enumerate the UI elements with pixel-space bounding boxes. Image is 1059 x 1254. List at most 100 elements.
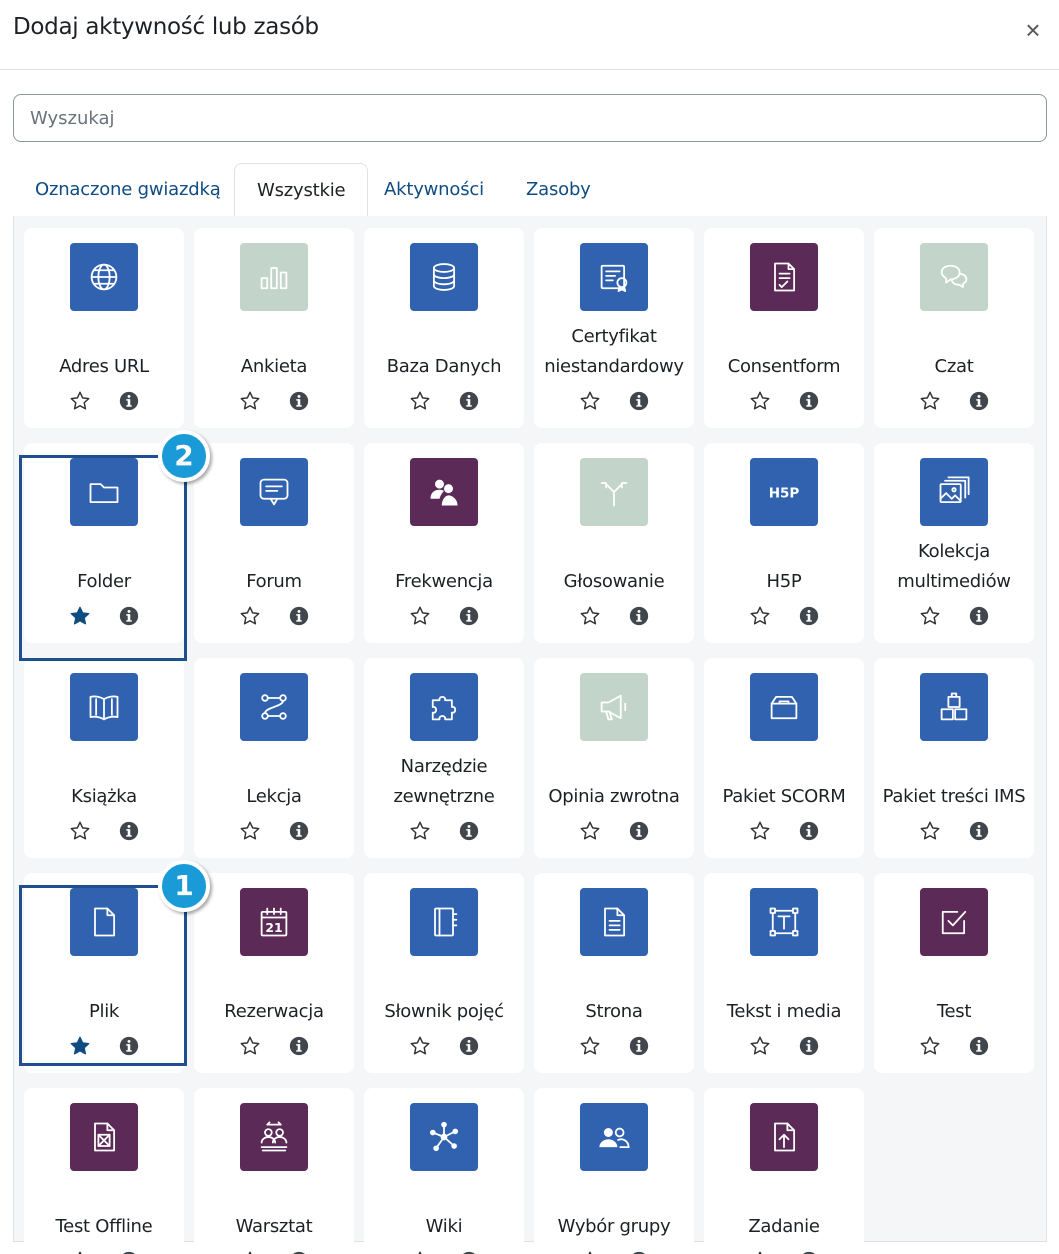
star-icon[interactable] [919, 820, 941, 842]
star-icon[interactable] [409, 1035, 431, 1057]
close-icon[interactable]: × [1021, 16, 1045, 44]
info-icon[interactable] [288, 1035, 310, 1057]
activity-card-zadanie[interactable]: Zadanie [704, 1088, 864, 1254]
info-icon[interactable] [628, 605, 650, 627]
activity-name[interactable]: Czat [878, 320, 1030, 382]
book-icon[interactable] [70, 673, 138, 741]
star-icon[interactable] [749, 820, 771, 842]
megaphone-icon[interactable] [580, 673, 648, 741]
activity-name[interactable]: Kolekcja multimediów [878, 535, 1030, 597]
activity-name[interactable]: Consentform [708, 320, 860, 382]
activity-card-wiki[interactable]: Wiki [364, 1088, 524, 1254]
info-icon[interactable] [118, 1035, 140, 1057]
star-icon[interactable] [579, 1250, 601, 1254]
info-icon[interactable] [798, 1035, 820, 1057]
activity-card-czat[interactable]: Czat [874, 228, 1034, 428]
tab-activities[interactable]: Aktywności [362, 163, 506, 217]
folder-icon[interactable] [70, 458, 138, 526]
activity-card-certyfikat-niestandardowy[interactable]: Certyfikat niestandardowy [534, 228, 694, 428]
info-icon[interactable] [968, 390, 990, 412]
attendance-icon[interactable] [410, 458, 478, 526]
activity-name[interactable]: Narzędzie zewnętrzne [368, 750, 520, 812]
activity-name[interactable]: Plik [28, 965, 180, 1027]
info-icon[interactable] [118, 390, 140, 412]
star-icon[interactable] [409, 820, 431, 842]
group-people-icon[interactable] [580, 1103, 648, 1171]
stacked-boxes-icon[interactable] [920, 673, 988, 741]
assignment-upload-icon[interactable] [750, 1103, 818, 1171]
activity-card-lekcja[interactable]: Lekcja [194, 658, 354, 858]
page-document-icon[interactable] [580, 888, 648, 956]
activity-card-h5p[interactable]: H5P H5P [704, 443, 864, 643]
tab-all[interactable]: Wszystkie [234, 163, 369, 218]
activity-card-warsztat[interactable]: Warsztat [194, 1088, 354, 1254]
activity-card-kolekcja-multimediow[interactable]: Kolekcja multimediów [874, 443, 1034, 643]
consent-document-icon[interactable] [750, 243, 818, 311]
search-input[interactable] [13, 94, 1047, 142]
info-icon[interactable] [968, 820, 990, 842]
wiki-network-icon[interactable] [410, 1103, 478, 1171]
star-filled-icon[interactable] [69, 605, 91, 627]
activity-name[interactable]: Test [878, 965, 1030, 1027]
info-icon[interactable] [628, 1250, 650, 1254]
info-icon[interactable] [118, 820, 140, 842]
activity-name[interactable]: Książka [28, 750, 180, 812]
activity-card-adres-url[interactable]: Adres URL [24, 228, 184, 428]
activity-name[interactable]: Pakiet treści IMS [878, 750, 1030, 812]
activity-name[interactable]: Wiki [368, 1180, 520, 1242]
activity-name[interactable]: Folder [28, 535, 180, 597]
star-icon[interactable] [749, 390, 771, 412]
activity-name[interactable]: Rezerwacja [198, 965, 350, 1027]
activity-name[interactable]: Test Offline [28, 1180, 180, 1242]
activity-card-forum[interactable]: Forum [194, 443, 354, 643]
star-icon[interactable] [409, 605, 431, 627]
star-icon[interactable] [69, 820, 91, 842]
file-icon[interactable] [70, 888, 138, 956]
offline-quiz-icon[interactable] [70, 1103, 138, 1171]
star-icon[interactable] [919, 1035, 941, 1057]
database-icon[interactable] [410, 243, 478, 311]
activity-card-narzedzie-zewnetrzne[interactable]: Narzędzie zewnętrzne [364, 658, 524, 858]
message-icon[interactable] [240, 458, 308, 526]
activity-card-test-offline[interactable]: Test Offline [24, 1088, 184, 1254]
activity-name[interactable]: H5P [708, 535, 860, 597]
activity-name[interactable]: Słownik pojęć [368, 965, 520, 1027]
info-icon[interactable] [968, 605, 990, 627]
activity-card-slownik-pojec[interactable]: Słownik pojęć [364, 873, 524, 1073]
star-icon[interactable] [239, 1250, 261, 1254]
star-icon[interactable] [579, 820, 601, 842]
star-icon[interactable] [239, 820, 261, 842]
star-icon[interactable] [749, 605, 771, 627]
activity-card-wybor-grupy[interactable]: Wybór grupy [534, 1088, 694, 1254]
tab-resources[interactable]: Zasoby [504, 163, 613, 217]
certificate-icon[interactable] [580, 243, 648, 311]
bar-chart-icon[interactable] [240, 243, 308, 311]
info-icon[interactable] [628, 1035, 650, 1057]
activity-name[interactable]: Tekst i media [708, 965, 860, 1027]
info-icon[interactable] [458, 390, 480, 412]
info-icon[interactable] [458, 820, 480, 842]
package-box-icon[interactable] [750, 673, 818, 741]
info-icon[interactable] [968, 1035, 990, 1057]
activity-card-consentform[interactable]: Consentform [704, 228, 864, 428]
activity-card-rezerwacja[interactable]: 21 Rezerwacja [194, 873, 354, 1073]
activity-card-folder[interactable]: Folder [24, 443, 184, 643]
split-arrows-icon[interactable] [580, 458, 648, 526]
globe-icon[interactable] [70, 243, 138, 311]
star-icon[interactable] [579, 1035, 601, 1057]
info-icon[interactable] [118, 1250, 140, 1254]
tab-starred[interactable]: Oznaczone gwiazdką [13, 163, 243, 217]
lesson-path-icon[interactable] [240, 673, 308, 741]
star-icon[interactable] [239, 605, 261, 627]
star-icon[interactable] [579, 605, 601, 627]
activity-name[interactable]: Opinia zwrotna [538, 750, 690, 812]
activity-name[interactable]: Certyfikat niestandardowy [538, 320, 690, 382]
activity-name[interactable]: Lekcja [198, 750, 350, 812]
info-icon[interactable] [458, 1250, 480, 1254]
activity-name[interactable]: Pakiet SCORM [708, 750, 860, 812]
info-icon[interactable] [458, 1035, 480, 1057]
activity-card-ankieta[interactable]: Ankieta [194, 228, 354, 428]
star-icon[interactable] [409, 390, 431, 412]
activity-card-opinia-zwrotna[interactable]: Opinia zwrotna [534, 658, 694, 858]
activity-card-frekwencja[interactable]: Frekwencja [364, 443, 524, 643]
